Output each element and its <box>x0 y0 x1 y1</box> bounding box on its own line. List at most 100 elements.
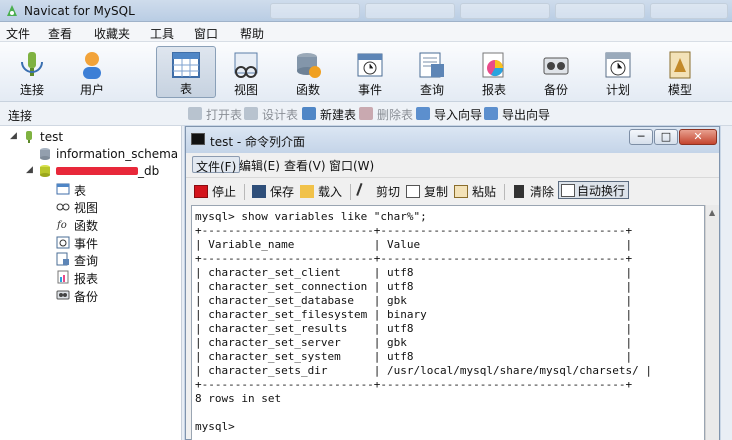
delete-table-label: 删除表 <box>377 108 414 122</box>
delete-table-button[interactable]: 删除表 <box>359 106 413 122</box>
scissors-icon <box>356 182 374 201</box>
console-titlebar[interactable]: test - 命令列介面 ─ □ ✕ <box>186 127 719 153</box>
copy-button[interactable]: 复制 <box>406 183 448 201</box>
toolbar-model-button[interactable]: 模型 <box>652 44 708 100</box>
stop-icon <box>194 185 208 198</box>
stop-button[interactable]: 停止 <box>194 183 236 201</box>
toolbar-label: 连接 <box>19 83 44 97</box>
tree-item-label: 查询 <box>74 254 99 268</box>
menu-tools[interactable]: 工具 <box>150 25 174 42</box>
save-button[interactable]: 保存 <box>252 183 294 201</box>
tree-db-selected[interactable]: ◢ _db <box>26 162 176 180</box>
design-table-button[interactable]: 设计表 <box>244 106 298 122</box>
svg-text:fo: fo <box>56 220 67 231</box>
user-icon <box>83 52 101 79</box>
toolbar-table-button[interactable]: 表 <box>156 46 216 98</box>
clear-label: 清除 <box>530 185 555 199</box>
connection-icon <box>26 131 32 143</box>
expand-arrow-icon[interactable]: ◢ <box>26 165 33 175</box>
view-icon <box>56 203 70 211</box>
paste-button[interactable]: 粘贴 <box>454 183 496 201</box>
toolbar-event-button[interactable]: 事件 <box>342 44 398 100</box>
connection-icon <box>21 52 43 76</box>
clear-button[interactable]: 清除 <box>512 183 554 201</box>
menu-help[interactable]: 帮助 <box>240 25 264 42</box>
console-menu-file[interactable]: 文件(F) <box>192 156 241 174</box>
toolbar-label: 计划 <box>605 83 630 97</box>
menu-favorites[interactable]: 收藏夹 <box>94 25 130 42</box>
console-window: test - 命令列介面 ─ □ ✕ 文件(F) 编辑(E) 查看(V) 窗口(… <box>185 126 720 440</box>
tree-item-label: 备份 <box>74 290 99 304</box>
save-icon <box>252 185 266 198</box>
new-table-button[interactable]: 新建表 <box>302 106 356 122</box>
toolbar-backup-button[interactable]: 备份 <box>528 44 584 100</box>
tree-item-label: 事件 <box>74 237 99 251</box>
toolbar-label: 用户 <box>79 83 104 97</box>
toolbar-schedule-button[interactable]: 计划 <box>590 44 646 100</box>
tree-item-label: 函数 <box>74 219 99 233</box>
console-line: mysql> <box>195 420 235 433</box>
toolbar-separator <box>244 184 245 200</box>
menu-window[interactable]: 窗口 <box>194 25 218 42</box>
word-wrap-toggle[interactable]: 自动换行 <box>558 181 630 199</box>
trash-icon <box>514 185 524 198</box>
toolbar-separator <box>504 184 505 200</box>
console-line: | character_set_database | gbk | <box>195 294 633 307</box>
console-menu-window[interactable]: 窗口(W) <box>326 156 377 173</box>
console-line: | character_set_client | utf8 | <box>195 266 633 279</box>
console-line: | character_set_filesystem | binary | <box>195 308 633 321</box>
background-tab[interactable] <box>650 3 728 19</box>
schedule-icon <box>605 52 631 78</box>
console-line: | character_sets_dir | /usr/local/mysql/… <box>195 364 652 377</box>
function-icon: fo <box>56 220 67 231</box>
backup-icon <box>56 290 70 300</box>
query-icon <box>419 52 444 78</box>
object-toolbar: 打开表 设计表 新建表 删除表 导入向导 导出向导 <box>182 102 732 126</box>
console-icon <box>191 133 205 145</box>
word-wrap-label: 自动换行 <box>577 184 626 198</box>
cut-button[interactable]: 剪切 <box>356 182 400 201</box>
console-scrollbar[interactable]: ▲ <box>705 205 719 440</box>
console-menu-view[interactable]: 查看(V) <box>281 156 329 173</box>
export-icon <box>484 107 498 120</box>
maximize-button[interactable]: □ <box>654 129 678 145</box>
toolbar-function-button[interactable]: 函数 <box>280 44 336 100</box>
console-line: | character_set_connection | utf8 | <box>195 280 633 293</box>
load-button[interactable]: 载入 <box>300 183 342 201</box>
console-menu-edit[interactable]: 编辑(E) <box>236 156 283 173</box>
copy-label: 复制 <box>424 185 449 199</box>
scroll-up-icon[interactable]: ▲ <box>709 208 715 217</box>
report-icon <box>482 52 504 78</box>
toolbar-query-button[interactable]: 查询 <box>404 44 460 100</box>
open-table-button[interactable]: 打开表 <box>188 106 242 122</box>
toolbar-user-button[interactable]: 用户 <box>64 44 120 100</box>
table-icon <box>172 52 200 78</box>
load-label: 载入 <box>318 185 343 199</box>
console-menubar: 文件(F) 编辑(E) 查看(V) 窗口(W) <box>186 153 719 175</box>
toolbar-report-button[interactable]: 报表 <box>466 44 522 100</box>
background-tab[interactable] <box>365 3 455 19</box>
paste-label: 粘贴 <box>472 185 497 199</box>
event-icon <box>357 53 383 77</box>
background-tab[interactable] <box>555 3 645 19</box>
console-output[interactable]: mysql> show variables like "char%"; +---… <box>191 205 705 440</box>
minimize-button[interactable]: ─ <box>629 129 653 145</box>
toolbar-label: 事件 <box>357 83 382 97</box>
expand-arrow-icon[interactable]: ◢ <box>10 131 17 141</box>
console-line: mysql> show variables like "char%"; <box>195 210 427 223</box>
background-tab[interactable] <box>270 3 360 19</box>
toolbar-label: 查询 <box>419 83 444 97</box>
toolbar-view-button[interactable]: 视图 <box>218 44 274 100</box>
background-tab[interactable] <box>460 3 550 19</box>
tree-item-label: 表 <box>74 184 87 198</box>
event-icon <box>56 236 70 249</box>
menu-file[interactable]: 文件 <box>6 25 30 42</box>
connection-panel-header: 连接 <box>0 102 182 126</box>
close-button[interactable]: ✕ <box>679 129 717 145</box>
export-wizard-button[interactable]: 导出向导 <box>484 106 550 122</box>
view-icon <box>234 52 258 78</box>
tree-db-label: information_schema <box>56 147 179 161</box>
menu-view[interactable]: 查看 <box>48 25 72 42</box>
toolbar-connection-button[interactable]: 连接 <box>4 44 60 100</box>
import-wizard-button[interactable]: 导入向导 <box>416 106 482 122</box>
